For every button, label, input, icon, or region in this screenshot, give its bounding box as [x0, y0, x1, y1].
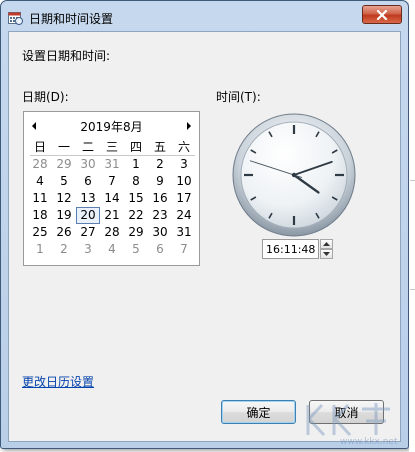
background-line — [410, 289, 415, 290]
weekday-header: 日 — [33, 140, 46, 154]
weekday-header: 六 — [177, 140, 190, 154]
up-arrow-icon — [323, 242, 330, 246]
calendar-day[interactable]: 7 — [100, 173, 124, 190]
calendar-day[interactable]: 11 — [28, 190, 52, 207]
calendar-day[interactable]: 16 — [148, 190, 172, 207]
calendar-day[interactable]: 24 — [172, 207, 196, 224]
calendar-day[interactable]: 5 — [124, 241, 148, 258]
time-spinner[interactable] — [320, 239, 333, 259]
weekday-header: 三 — [105, 140, 118, 154]
month-calendar[interactable]: 2019年8月 日一二三四五六 28 29 30 31 1 2 3 4 5 6 7 8 9 10 11 12 13… — [23, 111, 200, 266]
calendar-day[interactable]: 30 — [76, 156, 100, 173]
spin-up-button[interactable] — [320, 239, 333, 249]
clock-center-pin — [291, 172, 297, 178]
calendar-month-title[interactable]: 2019年8月 — [24, 118, 199, 135]
calendar-day[interactable]: 2 — [52, 241, 76, 258]
calendar-day[interactable]: 28 — [28, 156, 52, 173]
calendar-day[interactable]: 17 — [172, 190, 196, 207]
right-arrow-icon[interactable] — [184, 120, 194, 132]
calendar-day[interactable]: 25 — [28, 224, 52, 241]
calendar-day-grid: 日一二三四五六 28 29 30 31 1 2 3 4 5 6 7 8 9 10 11 12 13 14 15 16 17… — [28, 139, 196, 258]
background-line — [410, 180, 415, 181]
calendar-day[interactable]: 10 — [172, 173, 196, 190]
calendar-day[interactable]: 6 — [148, 241, 172, 258]
calendar-day[interactable]: 1 — [124, 156, 148, 173]
calendar-day[interactable]: 9 — [148, 173, 172, 190]
calendar-day[interactable]: 28 — [100, 224, 124, 241]
time-label: 时间(T): — [216, 90, 261, 104]
calendar-day[interactable]: 31 — [100, 156, 124, 173]
window-title: 日期和时间设置 — [29, 12, 114, 26]
calendar-day[interactable]: 19 — [52, 207, 76, 224]
background-edge — [409, 0, 415, 452]
weekday-header: 二 — [81, 140, 94, 154]
weekday-header: 四 — [129, 140, 142, 154]
calendar-day[interactable]: 30 — [148, 224, 172, 241]
calendar-day[interactable]: 2 — [148, 156, 172, 173]
calendar-day[interactable]: 3 — [76, 241, 100, 258]
calendar-day-selected[interactable]: 20 — [76, 207, 100, 224]
dialog-content: 设置日期和时间: 日期(D): 时间(T): 2019年8月 日一二三四五六 28… — [8, 31, 401, 442]
close-button[interactable] — [362, 5, 402, 24]
date-label: 日期(D): — [22, 90, 69, 104]
calendar-day[interactable]: 29 — [124, 224, 148, 241]
down-arrow-icon — [323, 252, 330, 256]
calendar-day[interactable]: 31 — [172, 224, 196, 241]
time-field[interactable] — [262, 239, 319, 259]
calendar-day[interactable]: 3 — [172, 156, 196, 173]
calendar-day[interactable]: 7 — [172, 241, 196, 258]
ok-button[interactable]: 确定 — [221, 400, 296, 424]
calendar-header: 2019年8月 — [24, 116, 199, 136]
date-time-settings-window: 日期和时间设置 设置日期和时间: 日期(D): 时间(T): 2019年8月 日… — [0, 0, 409, 449]
spin-down-button[interactable] — [320, 249, 333, 259]
calendar-day[interactable]: 26 — [52, 224, 76, 241]
title-bar[interactable]: 日期和时间设置 — [1, 1, 408, 31]
calendar-day[interactable]: 12 — [52, 190, 76, 207]
change-calendar-settings-link[interactable]: 更改日历设置 — [22, 373, 94, 390]
calendar-day[interactable]: 4 — [100, 241, 124, 258]
calendar-day[interactable]: 22 — [124, 207, 148, 224]
calendar-day[interactable]: 4 — [28, 173, 52, 190]
analog-clock — [232, 113, 356, 237]
calendar-day[interactable]: 23 — [148, 207, 172, 224]
calendar-day[interactable]: 1 — [28, 241, 52, 258]
calendar-day[interactable]: 15 — [124, 190, 148, 207]
dialog-heading: 设置日期和时间: — [22, 49, 111, 63]
calendar-day[interactable]: 8 — [124, 173, 148, 190]
weekday-header: 五 — [153, 140, 166, 154]
calendar-clock-icon — [8, 12, 23, 25]
calendar-day[interactable]: 6 — [76, 173, 100, 190]
watermark-url: www.kkx.net — [340, 437, 398, 447]
close-icon — [376, 9, 388, 20]
calendar-day[interactable]: 21 — [100, 207, 124, 224]
calendar-day[interactable]: 13 — [76, 190, 100, 207]
calendar-day[interactable]: 27 — [76, 224, 100, 241]
calendar-day[interactable]: 14 — [100, 190, 124, 207]
weekday-header: 一 — [57, 140, 70, 154]
calendar-day[interactable]: 29 — [52, 156, 76, 173]
calendar-day[interactable]: 18 — [28, 207, 52, 224]
calendar-day[interactable]: 5 — [52, 173, 76, 190]
